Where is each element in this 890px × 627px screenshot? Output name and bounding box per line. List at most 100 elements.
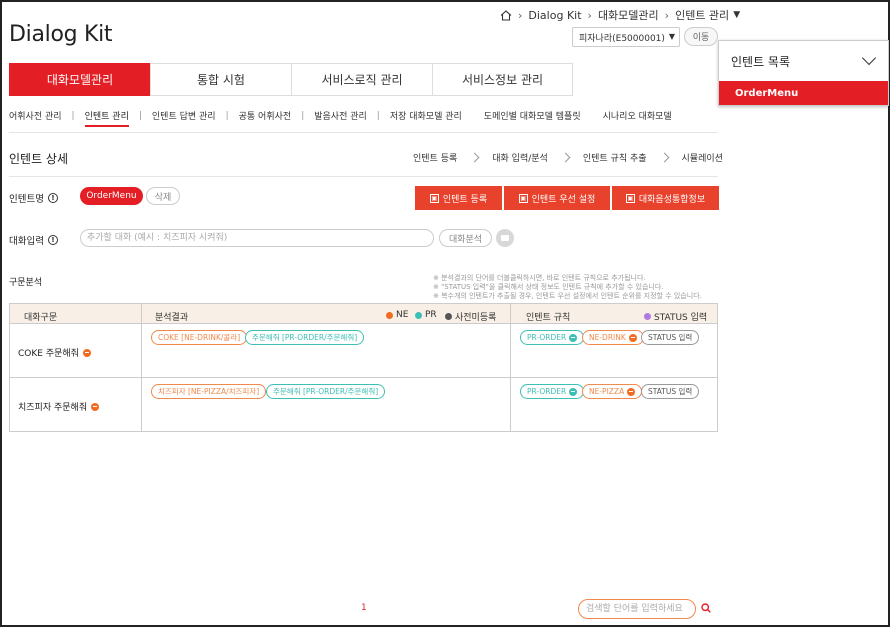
header-rules: 인텐트 규칙 <box>526 313 571 323</box>
subnav-item-common-vocab[interactable]: 공통 어휘사전 <box>239 109 292 122</box>
subnav-item-intent[interactable]: 인텐트 관리 <box>84 109 130 127</box>
legend-unregistered: 사전미등록 <box>445 310 496 323</box>
legend-pr: PR <box>415 310 437 320</box>
remove-icon[interactable] <box>91 402 100 411</box>
register-icon: ▣ <box>429 193 439 203</box>
voice-info-label: 대화음성통합정보 <box>638 194 706 205</box>
rule-tag-label: PR-ORDER <box>527 333 567 342</box>
subnav-item-pronunciation[interactable]: 발음사전 관리 <box>314 109 367 122</box>
divider <box>9 176 718 177</box>
search-icon[interactable] <box>701 603 711 613</box>
legend-ne: NE <box>386 310 408 320</box>
rule-tag-ne[interactable]: NE-PIZZA <box>582 384 643 399</box>
intent-list-header[interactable]: 인텐트 목록 <box>719 41 888 81</box>
breadcrumb-item[interactable]: 대화모델관리 <box>598 7 659 23</box>
voice-info-icon: ▣ <box>625 193 635 203</box>
note-line: ※ "STATUS 입력"을 클릭해서 상태 정보도 인텐트 규칙에 추가할 수… <box>433 283 664 291</box>
tab-dialog-model[interactable]: 대화모델관리 <box>9 63 150 96</box>
subnav-item-intent-answer[interactable]: 인텐트 답변 관리 <box>152 109 216 122</box>
divider <box>9 132 718 133</box>
divider: | <box>376 110 380 121</box>
chevron-right-icon <box>560 152 571 163</box>
app-title: Dialog Kit <box>9 22 113 47</box>
breadcrumb-item[interactable]: 인텐트 관리 <box>675 7 729 23</box>
intent-name-chip[interactable]: OrderMenu <box>80 187 143 205</box>
note-line: ※ 복수개의 인텐트가 추출될 경우, 인텐트 우선 설정에서 인텐트 순위를 … <box>433 292 702 300</box>
status-input-button[interactable]: STATUS 입력 <box>641 384 700 399</box>
result-tag-ne[interactable]: COKE [NE-DRINK/콜라] <box>151 330 248 345</box>
divider: | <box>301 110 305 121</box>
intent-priority-label: 인텐트 우선 설정 <box>531 194 596 205</box>
intent-priority-button[interactable]: ▣ 인텐트 우선 설정 <box>504 186 610 210</box>
chevron-right-icon: › <box>518 8 523 22</box>
divider: | <box>71 110 75 121</box>
row-phrase-text: COKE 주문해줘 <box>18 349 79 359</box>
home-icon[interactable] <box>500 9 512 21</box>
header-result: 분석결과 <box>155 313 189 323</box>
search-input[interactable] <box>578 599 696 619</box>
analysis-table-header: 대화구문 분석결과 NE PR 사전미등록 인텐트 규칙 STATUS 입력 <box>9 303 718 324</box>
chat-icon[interactable] <box>496 229 514 247</box>
breadcrumb-item[interactable]: Dialog Kit <box>528 9 581 22</box>
result-tag-ne[interactable]: 치즈피자 [NE-PIZZA/치즈피자] <box>151 384 267 399</box>
status-input-button[interactable]: STATUS 입력 <box>641 330 700 345</box>
remove-icon[interactable] <box>569 333 578 342</box>
priority-icon: ▣ <box>518 193 528 203</box>
tab-integration-test[interactable]: 통합 시험 <box>150 63 291 96</box>
project-select-value: 피자나라(E5000001) <box>579 33 665 44</box>
subnav-item-vocab[interactable]: 어휘사전 관리 <box>9 109 62 122</box>
pagination-current[interactable]: 1 <box>361 603 367 613</box>
remove-icon[interactable] <box>82 348 91 357</box>
rule-tag-label: NE-PIZZA <box>589 387 625 396</box>
tab-service-info[interactable]: 서비스정보 관리 <box>432 63 573 96</box>
chevron-down-icon[interactable] <box>861 50 877 66</box>
tab-service-logic[interactable]: 서비스로직 관리 <box>291 63 432 96</box>
row-phrase-text: 치즈피자 주문해줘 <box>18 403 88 413</box>
note-line: ※ 분석결과의 단어를 더블클릭하시면, 바로 인텐트 규칙으로 추가됩니다. <box>433 274 646 282</box>
chevron-right-icon <box>469 152 480 163</box>
step-item: 인텐트 등록 <box>413 154 458 164</box>
delete-button[interactable]: 삭제 <box>146 187 180 205</box>
row-phrase: COKE 주문해줘 <box>18 346 91 359</box>
analyze-button[interactable]: 대화분석 <box>439 229 492 247</box>
rule-tag-pr[interactable]: PR-ORDER <box>520 384 585 399</box>
result-tag-pr[interactable]: 주문해줘 [PR-ORDER/주문해줘] <box>245 330 365 345</box>
project-select[interactable]: 피자나라(E5000001) ▼ <box>572 27 680 47</box>
remove-icon[interactable] <box>628 333 637 342</box>
divider: | <box>225 110 229 121</box>
subnav-item-saved-model[interactable]: 저장 대화모델 관리 <box>390 109 462 122</box>
step-item: 대화 입력/분석 <box>492 154 548 164</box>
utterance-input[interactable] <box>80 229 434 247</box>
intent-list-panel: 인텐트 목록 OrderMenu <box>718 40 889 106</box>
rule-tag-label: PR-ORDER <box>527 387 567 396</box>
divider <box>141 303 142 432</box>
info-icon[interactable]: ! <box>47 193 58 203</box>
step-item: 인텐트 규칙 추출 <box>582 154 647 164</box>
caret-down-icon[interactable]: ▼ <box>733 10 740 20</box>
step-indicator: 인텐트 등록 대화 입력/분석 인텐트 규칙 추출 시뮬레이션 <box>413 151 723 164</box>
legend-status: STATUS 입력 <box>644 310 707 323</box>
divider <box>510 303 511 432</box>
chevron-right-icon <box>659 152 669 163</box>
subnav-item-domain-template[interactable]: 도메인별 대화모델 템플릿 <box>484 109 581 122</box>
rule-tag-label: NE-DRINK <box>589 333 626 342</box>
intent-list-item[interactable]: OrderMenu <box>719 81 888 105</box>
step-item: 시뮬레이션 <box>681 154 723 164</box>
intent-name-label: 인텐트명 ! <box>9 191 58 205</box>
rule-tag-ne[interactable]: NE-DRINK <box>582 330 644 345</box>
main-tabs: 대화모델관리 통합 시험 서비스로직 관리 서비스정보 관리 <box>9 63 573 96</box>
chevron-right-icon: › <box>587 8 592 22</box>
header-phrase: 대화구문 <box>24 313 58 323</box>
remove-icon[interactable] <box>569 387 578 396</box>
voice-info-button[interactable]: ▣ 대화음성통합정보 <box>612 186 719 210</box>
register-intent-button[interactable]: ▣ 인텐트 등록 <box>415 186 502 210</box>
chevron-right-icon: › <box>664 8 670 22</box>
result-tag-pr[interactable]: 주문해줘 [PR-ORDER/주문해줘] <box>266 384 386 399</box>
register-intent-label: 인텐트 등록 <box>442 194 488 205</box>
remove-icon[interactable] <box>627 387 636 396</box>
rule-tag-pr[interactable]: PR-ORDER <box>520 330 585 345</box>
help-notes: ※ 분석결과의 단어를 더블클릭하시면, 바로 인텐트 규칙으로 추가됩니다. … <box>433 274 702 301</box>
info-icon[interactable]: ! <box>47 235 58 245</box>
move-button[interactable]: 이동 <box>684 27 718 46</box>
subnav-item-scenario[interactable]: 시나리오 대화모델 <box>603 109 672 122</box>
